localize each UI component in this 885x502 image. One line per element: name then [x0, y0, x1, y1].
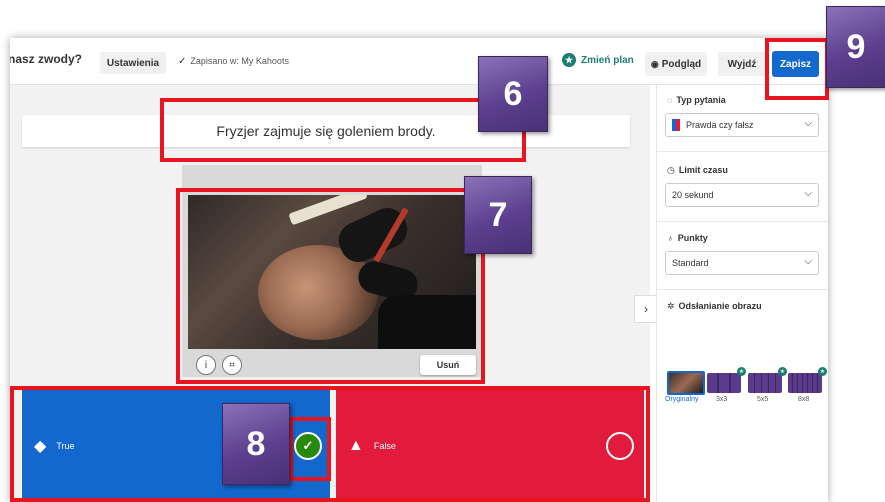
- callout-8: 8: [222, 403, 290, 485]
- settings-button[interactable]: Ustawienia: [100, 52, 166, 74]
- saved-status-text: Zapisano w: My Kahoots: [190, 56, 289, 66]
- reveal-8x8-thumb[interactable]: [788, 373, 822, 393]
- highlight-question: [160, 98, 526, 162]
- star-icon: ★: [562, 53, 576, 67]
- points-value: Standard: [672, 258, 709, 268]
- question-type-select[interactable]: Prawda czy fałsz ⌵: [665, 113, 819, 137]
- check-icon: ✓: [178, 56, 187, 67]
- reveal-3x3-thumb[interactable]: [707, 373, 741, 393]
- reveal-5x5-thumb[interactable]: [748, 373, 782, 393]
- true-false-icon: [672, 119, 680, 131]
- question-type-icon: ◌: [667, 95, 673, 105]
- points-title: ♁ Punkty: [667, 233, 708, 243]
- change-plan-button[interactable]: ★ Zmień plan: [562, 53, 634, 67]
- saved-status: ✓ Zapisano w: My Kahoots: [178, 56, 289, 67]
- points-select[interactable]: Standard ⌵: [665, 251, 819, 275]
- clock-icon: ◷: [667, 165, 675, 175]
- change-plan-label: Zmień plan: [581, 54, 634, 66]
- question-type-value: Prawda czy fałsz: [686, 120, 754, 130]
- reveal-3x3-label: 3x3: [716, 396, 728, 403]
- question-type-title: ◌ Typ pytania: [667, 95, 726, 105]
- points-title-text: Punkty: [677, 233, 708, 243]
- reveal-original-thumb[interactable]: [667, 371, 705, 395]
- divider: [657, 221, 828, 222]
- kahoot-title[interactable]: nasz zwody?: [10, 52, 82, 66]
- divider: [657, 151, 828, 152]
- eye-icon: ◉: [650, 58, 659, 69]
- exit-button[interactable]: Wyjdź: [718, 52, 766, 76]
- highlight-correct-check: [289, 417, 331, 481]
- reveal-8x8-label: 8x8: [798, 396, 810, 403]
- settings-panel: ◌ Typ pytania Prawda czy fałsz ⌵ ◷ Limit cz…: [656, 85, 828, 502]
- chevron-down-icon: ⌵: [804, 188, 812, 199]
- callout-6: 6: [478, 56, 548, 132]
- time-limit-title: ◷ Limit czasu: [667, 165, 728, 176]
- highlight-image: [176, 188, 485, 384]
- time-limit-title-text: Limit czasu: [678, 165, 728, 175]
- reveal-5x5-label: 5x5: [757, 396, 769, 403]
- top-bar: nasz zwody? Ustawienia ✓ Zapisano w: My K…: [10, 38, 828, 85]
- image-reveal-title-text: Odsłanianie obrazu: [678, 301, 762, 311]
- star-icon: ★: [778, 367, 787, 376]
- image-reveal-title: ✲ Odsłanianie obrazu: [667, 301, 762, 312]
- question-type-title-text: Typ pytania: [676, 95, 726, 105]
- sparkle-icon: ✲: [667, 301, 675, 311]
- preview-button[interactable]: ◉ Podgląd: [645, 52, 707, 76]
- highlight-save-button: [765, 38, 829, 100]
- reveal-original-label: Oryginalny: [665, 396, 699, 403]
- chevron-right-icon[interactable]: ›: [634, 295, 658, 323]
- time-limit-value: 20 sekund: [672, 190, 714, 200]
- divider: [657, 289, 828, 290]
- chevron-down-icon: ⌵: [804, 256, 812, 267]
- medal-icon: ♁: [667, 233, 674, 243]
- star-icon: ★: [818, 367, 827, 376]
- chevron-down-icon: ⌵: [804, 118, 812, 129]
- callout-9: 9: [826, 6, 885, 88]
- preview-label: Podgląd: [661, 58, 702, 70]
- callout-7: 7: [464, 176, 532, 254]
- star-icon: ★: [737, 367, 746, 376]
- time-limit-select[interactable]: 20 sekund ⌵: [665, 183, 819, 207]
